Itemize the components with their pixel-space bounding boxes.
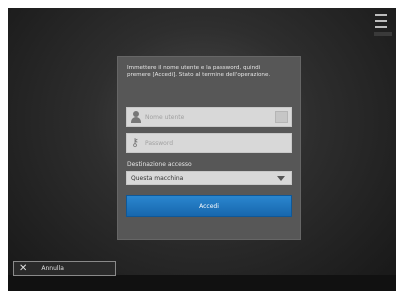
- cancel-label: Annulla: [41, 265, 64, 272]
- login-button[interactable]: Accedi: [126, 195, 292, 217]
- username-field[interactable]: Nome utente: [126, 107, 292, 127]
- username-list-button[interactable]: [275, 111, 288, 123]
- cancel-button[interactable]: ✕ Annulla: [13, 261, 116, 276]
- destination-label: Destinazione accesso: [127, 161, 192, 168]
- user-icon: [131, 111, 141, 123]
- key-icon: ⚷: [131, 136, 140, 149]
- menu-caption: [374, 32, 392, 36]
- username-placeholder: Nome utente: [145, 113, 185, 121]
- login-instructions: Immettere il nome utente e la password, …: [127, 65, 271, 78]
- password-placeholder: Password: [145, 139, 174, 147]
- menu-bar: [375, 26, 387, 28]
- destination-select[interactable]: Questa macchina: [126, 171, 292, 185]
- login-dialog: Immettere il nome utente e la password, …: [117, 56, 301, 240]
- chevron-down-icon: [277, 176, 285, 181]
- bottom-bar: [8, 275, 396, 291]
- menu-icon[interactable]: [375, 14, 387, 28]
- menu-bar: [375, 20, 387, 22]
- destination-value: Questa macchina: [131, 174, 184, 182]
- password-field[interactable]: ⚷ Password: [126, 133, 292, 153]
- menu-bar: [375, 14, 387, 16]
- device-screen: Immettere il nome utente e la password, …: [8, 8, 396, 291]
- close-icon: ✕: [19, 262, 28, 274]
